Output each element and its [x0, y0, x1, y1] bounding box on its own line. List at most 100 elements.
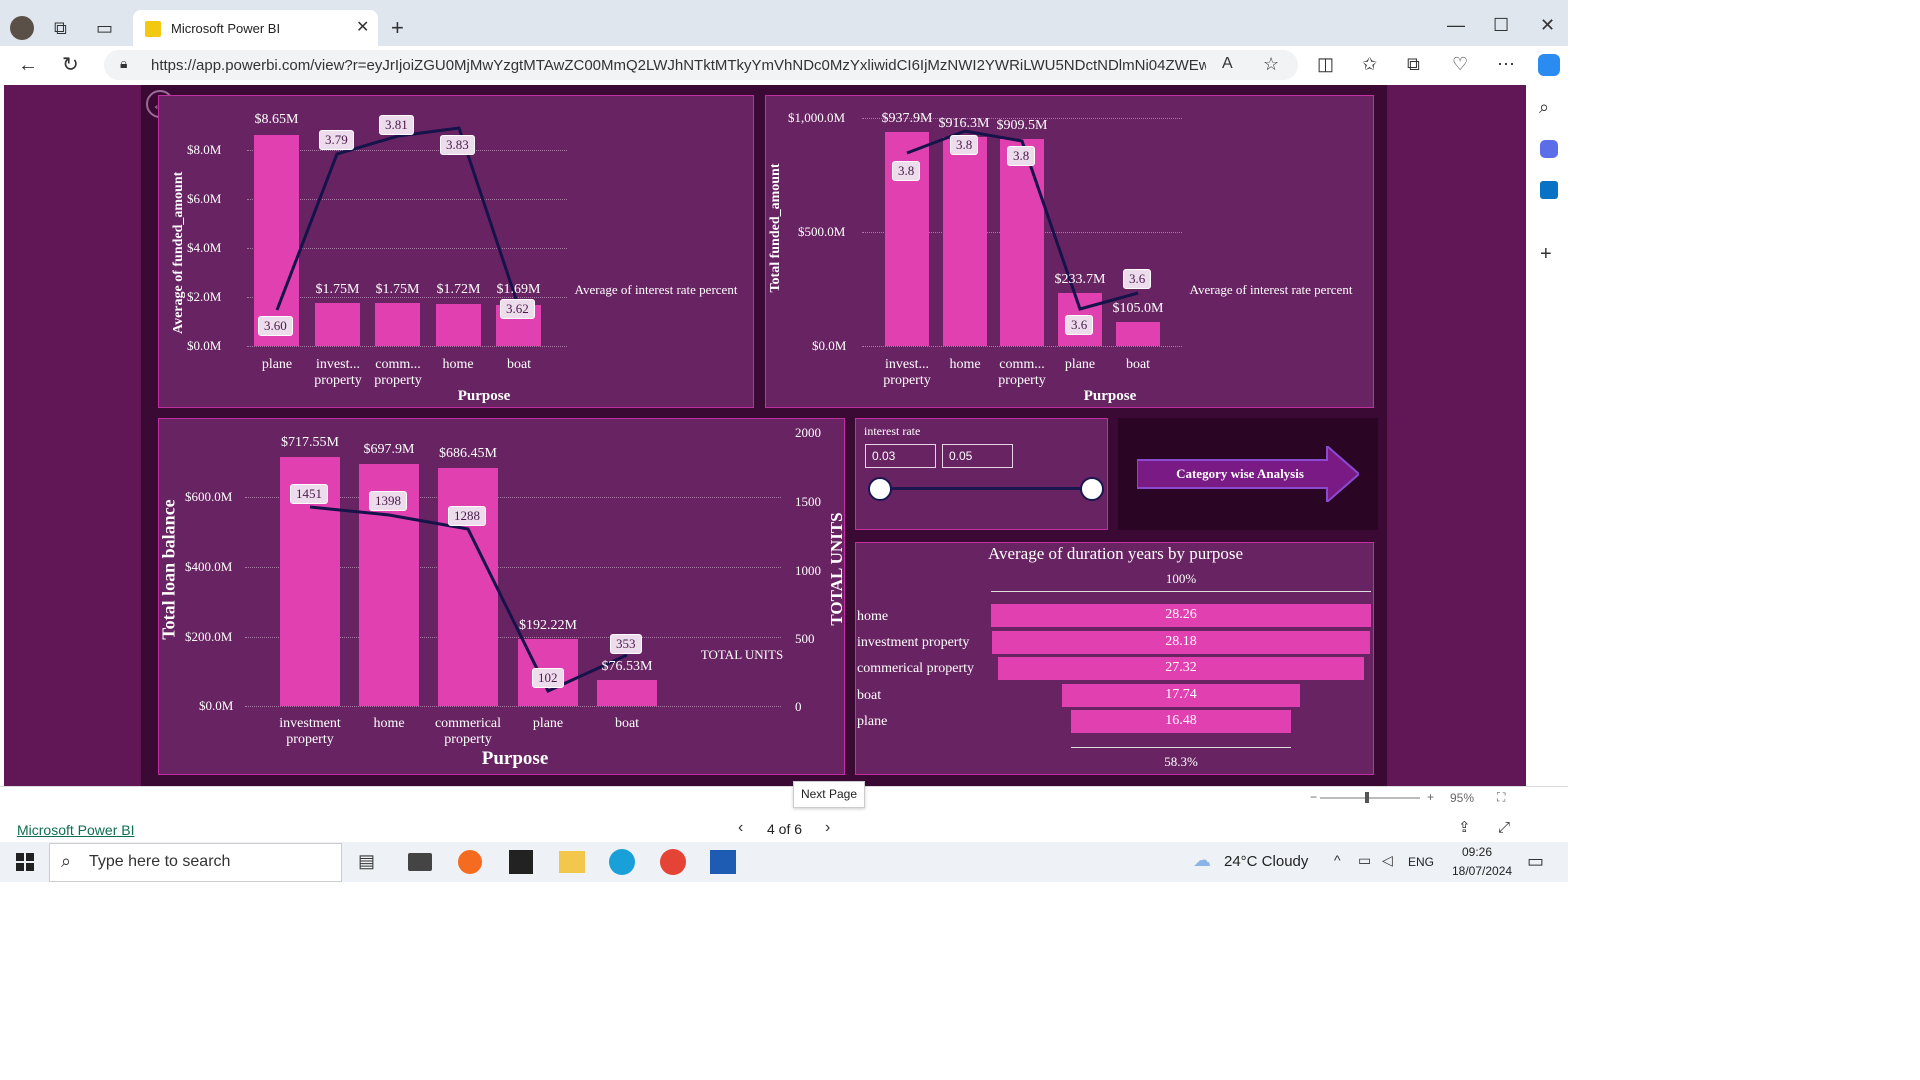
- url-text[interactable]: https://app.powerbi.com/view?r=eyJrIjoiZ…: [151, 57, 1206, 74]
- chart2-line-label: 3.6: [1123, 269, 1152, 289]
- zoom-out-icon[interactable]: −: [1310, 790, 1317, 804]
- chart1-bar-label: $8.65M: [254, 112, 299, 127]
- chart3-bar-label: $686.45M: [439, 446, 497, 461]
- chart2-bar-label: $105.0M: [1112, 301, 1164, 316]
- funnel-row-label: commerical property: [857, 661, 975, 676]
- notifications-icon[interactable]: ▭: [1527, 852, 1544, 870]
- chart1-xtick: comm... property: [374, 357, 422, 388]
- outlook-icon[interactable]: [1540, 181, 1558, 199]
- chart2-line-label: 3.8: [892, 161, 921, 181]
- chart2-xtick: boat: [1125, 357, 1151, 372]
- zoom-slider[interactable]: [1320, 797, 1420, 799]
- chart1-bar-label: $1.72M: [436, 282, 481, 297]
- chart2-panel: Total funded_amount $1,000.0M $500.0M $0…: [765, 95, 1374, 408]
- powerbi-favicon-icon: [145, 21, 161, 37]
- chart3-line-label: 102: [532, 668, 564, 688]
- chart2-bar-label: $937.9M: [881, 111, 933, 126]
- cloud-weather-icon: ☁: [1193, 850, 1211, 870]
- funnel-bar-value: 17.74: [1165, 687, 1197, 702]
- show-hidden-icons-icon[interactable]: ^: [1334, 853, 1341, 867]
- chart1-line-label: 3.83: [440, 135, 475, 155]
- chart2-xtick: home: [949, 357, 981, 372]
- tab-actions-icon[interactable]: ▭: [96, 19, 113, 37]
- close-window-icon[interactable]: ✕: [1540, 16, 1555, 34]
- firefox-icon[interactable]: [458, 850, 482, 874]
- chart1-line-label: 3.81: [379, 115, 414, 135]
- slicer-max-handle[interactable]: [1080, 477, 1104, 501]
- store-icon[interactable]: [509, 850, 533, 874]
- zoom-in-icon[interactable]: +: [1427, 790, 1434, 804]
- next-page-tooltip: Next Page: [793, 781, 865, 808]
- clock-time[interactable]: 09:26: [1462, 845, 1492, 859]
- new-tab-icon[interactable]: +: [391, 17, 404, 39]
- chart3-bar-label: $697.9M: [363, 442, 415, 457]
- mail-app-icon[interactable]: [408, 853, 432, 871]
- read-aloud-icon[interactable]: A: [1222, 56, 1233, 72]
- funnel-row-label: plane: [857, 714, 888, 729]
- favorite-star-icon[interactable]: ☆: [1263, 55, 1279, 73]
- chart2-secondary-label: Average of interest rate percent: [1189, 282, 1353, 297]
- close-tab-icon[interactable]: ✕: [356, 20, 369, 36]
- search-icon[interactable]: ⌕: [1539, 98, 1549, 116]
- maximize-icon[interactable]: ☐: [1493, 16, 1509, 34]
- chart3-xtick: home: [373, 716, 405, 731]
- taskbar-search-placeholder[interactable]: Type here to search: [89, 853, 230, 871]
- chart2-xtick: plane: [1064, 357, 1096, 372]
- split-screen-icon[interactable]: ◫: [1317, 55, 1334, 73]
- chart2-xtick: comm... property: [998, 357, 1046, 388]
- language-indicator[interactable]: ENG: [1408, 855, 1434, 869]
- chart3-panel: Total loan balance $600.0M $400.0M $200.…: [158, 418, 846, 775]
- next-page-icon[interactable]: ›: [825, 820, 830, 836]
- fullscreen-icon[interactable]: ⤢: [1498, 820, 1510, 835]
- edge-taskbar-icon[interactable]: [609, 849, 635, 875]
- chart1-secondary-label: Average of interest rate percent: [574, 282, 738, 297]
- chart1-xlabel: Purpose: [457, 388, 511, 404]
- chart1-bar-label: $1.75M: [315, 282, 360, 297]
- minimize-icon[interactable]: —: [1447, 16, 1465, 34]
- funnel-bar-value: 28.26: [1165, 607, 1197, 622]
- fit-to-page-icon[interactable]: ⛶: [1497, 790, 1505, 805]
- zoom-slider-handle[interactable]: [1365, 792, 1369, 803]
- clock-date[interactable]: 18/07/2024: [1452, 864, 1512, 878]
- nav-button-label[interactable]: Category wise Analysis: [1140, 466, 1340, 482]
- chrome-taskbar-icon[interactable]: [660, 849, 686, 875]
- chart2-line-label: 3.6: [1065, 315, 1094, 335]
- funnel-row-label: boat: [857, 688, 882, 703]
- chart2-line-label: 3.8: [950, 135, 979, 155]
- task-view-icon[interactable]: ▤: [358, 852, 375, 870]
- collections-icon[interactable]: ⧉: [1407, 55, 1420, 73]
- share-icon[interactable]: ⇪: [1458, 820, 1471, 835]
- powerbi-footer-link[interactable]: Microsoft Power BI: [17, 822, 134, 838]
- profile-avatar[interactable]: [10, 16, 34, 40]
- lock-icon[interactable]: 🔒︎: [120, 56, 127, 70]
- refresh-icon[interactable]: ↻: [62, 55, 79, 75]
- chart3-line-label: 353: [610, 634, 642, 654]
- copilot-sidebar-icon[interactable]: [1540, 140, 1558, 158]
- slicer-track[interactable]: [880, 487, 1092, 490]
- slicer-min-input[interactable]: 0.03: [865, 444, 936, 468]
- funnel-bottom-bracket: [1071, 747, 1291, 748]
- weather-text[interactable]: 24°C Cloudy: [1224, 853, 1308, 870]
- file-explorer-icon[interactable]: [559, 851, 585, 873]
- windows-start-icon[interactable]: [16, 853, 34, 871]
- chart1-line-label: 3.79: [319, 130, 354, 150]
- workspaces-icon[interactable]: ⧉: [54, 19, 67, 37]
- funnel-top-bracket: [991, 591, 1371, 592]
- browser-essentials-icon[interactable]: ♡: [1452, 55, 1468, 73]
- volume-icon[interactable]: ◁: [1382, 853, 1393, 867]
- slicer-max-input[interactable]: 0.05: [942, 444, 1013, 468]
- previous-page-icon[interactable]: ‹: [738, 820, 743, 836]
- slicer-min-handle[interactable]: [868, 477, 892, 501]
- chart3-xtick: plane: [532, 716, 564, 731]
- back-icon[interactable]: ←: [18, 55, 38, 75]
- more-menu-icon[interactable]: ⋯: [1497, 55, 1515, 73]
- battery-icon[interactable]: ▭: [1358, 853, 1371, 867]
- copilot-icon[interactable]: [1538, 54, 1560, 76]
- chart2-xlabel: Purpose: [1083, 388, 1137, 404]
- funnel-title: Average of duration years by purpose: [987, 544, 1244, 563]
- add-sidebar-icon[interactable]: +: [1540, 244, 1552, 264]
- slicer-title: interest rate: [864, 424, 921, 438]
- chart3-line-label: 1398: [369, 491, 407, 511]
- word-taskbar-icon[interactable]: [710, 850, 736, 874]
- favorites-icon[interactable]: ✩: [1362, 55, 1377, 73]
